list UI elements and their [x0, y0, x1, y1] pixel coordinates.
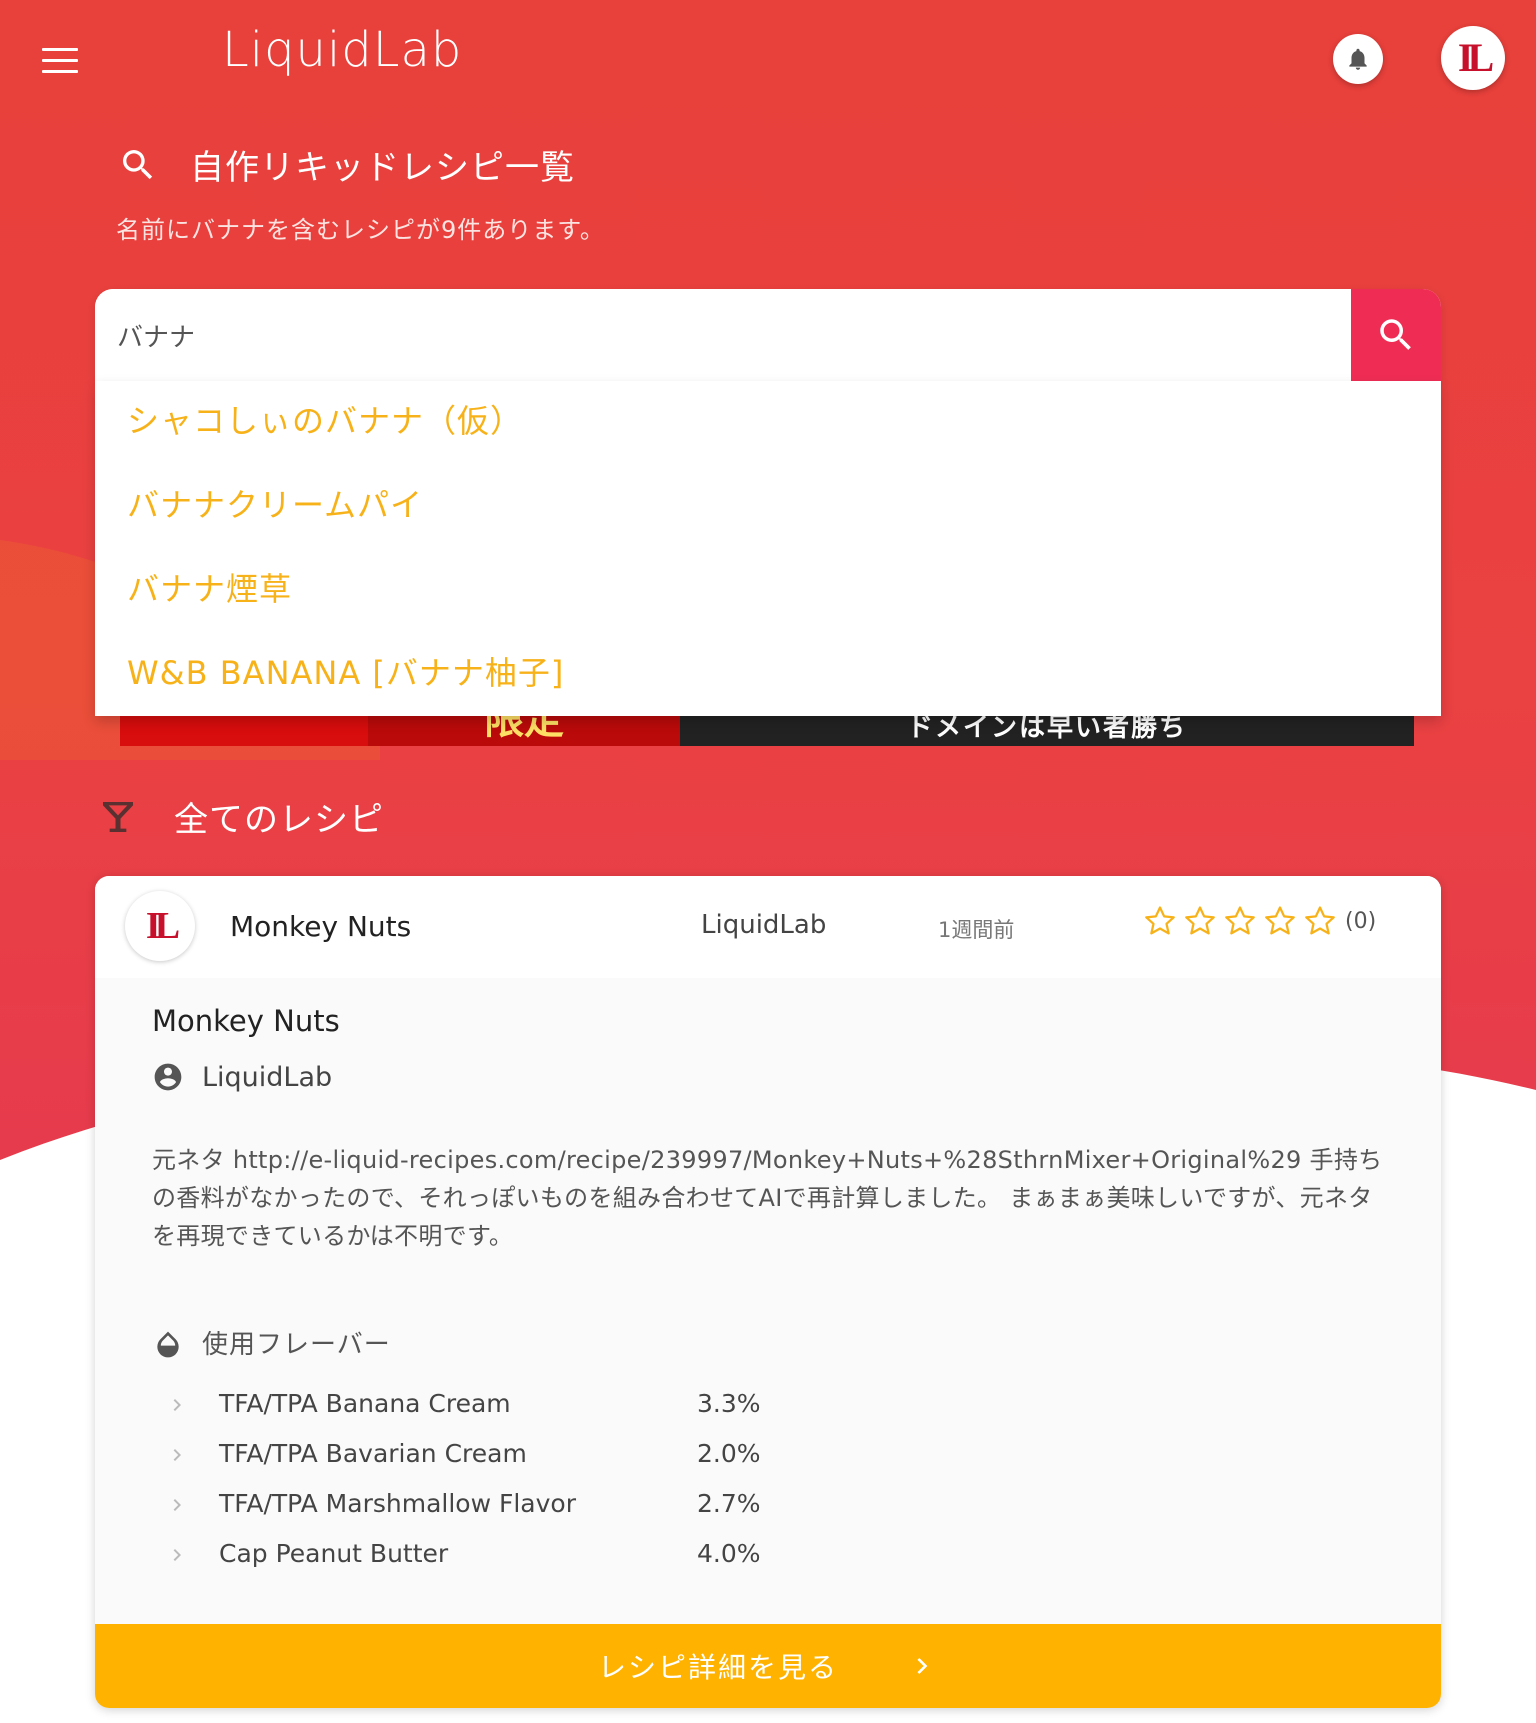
autocomplete-dropdown: シャコしぃのバナナ（仮） バナナクリームパイ バナナ煙草 W&B BANANA …: [95, 381, 1441, 716]
search-bar: [95, 289, 1441, 381]
flavor-percent: 3.3%: [697, 1389, 761, 1418]
flavor-row[interactable]: TFA/TPA Marshmallow Flavor 2.7%: [165, 1481, 865, 1531]
section-title: 全てのレシピ: [174, 800, 384, 840]
recipe-card-header[interactable]: IL Monkey Nuts LiquidLab 1週間前 (0): [95, 876, 1441, 978]
flavor-row[interactable]: Cap Peanut Butter 4.0%: [165, 1531, 865, 1581]
result-count-text: 名前にバナナを含むレシピが9件あります。: [116, 216, 605, 244]
recipe-timestamp: 1週間前: [938, 918, 1015, 942]
user-avatar[interactable]: IL: [1441, 26, 1505, 90]
star-outline-icon: [1185, 906, 1215, 935]
author-avatar: IL: [125, 891, 195, 961]
chevron-right-icon: [173, 1549, 181, 1561]
chevron-right-icon: [173, 1399, 181, 1411]
page-title: 自作リキッドレシピ一覧: [190, 148, 575, 188]
view-recipe-details-button[interactable]: レシピ詳細を見る: [95, 1624, 1441, 1708]
flavor-row[interactable]: TFA/TPA Bavarian Cream 2.0%: [165, 1431, 865, 1481]
star-outline-icon: [1305, 906, 1335, 935]
flavor-name: TFA/TPA Bavarian Cream: [219, 1439, 527, 1468]
star-outline-icon: [1225, 906, 1255, 935]
flavor-name: TFA/TPA Marshmallow Flavor: [219, 1489, 576, 1518]
search-icon: [123, 149, 153, 179]
recipe-description: 元ネタ http://e-liquid-recipes.com/recipe/2…: [152, 1146, 1383, 1250]
search-input[interactable]: [95, 289, 1351, 381]
recipe-card: IL Monkey Nuts LiquidLab 1週間前 (0) Monkey…: [95, 876, 1441, 1708]
chevron-right-icon: [917, 1658, 928, 1674]
chevron-right-icon: [173, 1499, 181, 1511]
recipe-name: Monkey Nuts: [230, 910, 412, 943]
recipe-author: LiquidLab: [701, 910, 827, 940]
cocktail-glass-icon: [103, 801, 133, 832]
section-title-row: 全てのレシピ: [98, 792, 384, 841]
flavors-header: 使用フレーバー: [152, 1324, 391, 1361]
rating-count: (0): [1345, 908, 1377, 934]
suggestion-item[interactable]: W&B BANANA [バナナ柚子]: [95, 633, 1441, 717]
bell-icon: [1349, 48, 1367, 70]
flavors-label: 使用フレーバー: [202, 1330, 391, 1360]
flavor-percent: 2.0%: [697, 1439, 761, 1468]
suggestion-item[interactable]: バナナ煙草: [95, 549, 1441, 633]
recipe-detail-title: Monkey Nuts: [152, 1004, 340, 1038]
suggestion-item[interactable]: シャコしぃのバナナ（仮）: [95, 381, 1441, 465]
view-recipe-details-label: レシピ詳細を見る: [597, 1651, 838, 1684]
rating-stars: (0): [1143, 904, 1376, 938]
page-title-row: 自作リキッドレシピ一覧: [118, 140, 575, 189]
flavor-list: TFA/TPA Banana Cream 3.3% TFA/TPA Bavari…: [165, 1381, 865, 1581]
flavor-name: TFA/TPA Banana Cream: [219, 1389, 511, 1418]
notifications-button[interactable]: [1333, 34, 1383, 84]
recipe-detail-author[interactable]: LiquidLab: [202, 1062, 332, 1093]
hamburger-menu-icon: [42, 48, 78, 51]
search-button[interactable]: [1351, 289, 1441, 381]
drop-icon: [157, 1331, 179, 1357]
app-logo[interactable]: LiquidLab: [222, 22, 462, 78]
avatar-logo: IL: [145, 905, 180, 947]
menu-button[interactable]: [42, 48, 78, 76]
star-outline-icon: [1265, 906, 1295, 935]
account-circle-icon: [154, 1063, 182, 1091]
recipe-detail-author-row: LiquidLab: [152, 1061, 332, 1093]
chevron-right-icon: [173, 1449, 181, 1461]
search-icon: [1380, 319, 1411, 350]
avatar-logo: IL: [1457, 35, 1494, 80]
flavor-percent: 4.0%: [697, 1539, 761, 1568]
star-outline-icon: [1145, 906, 1175, 935]
flavor-name: Cap Peanut Butter: [219, 1539, 449, 1568]
flavor-row[interactable]: TFA/TPA Banana Cream 3.3%: [165, 1381, 865, 1431]
flavor-percent: 2.7%: [697, 1489, 761, 1518]
suggestion-item[interactable]: バナナクリームパイ: [95, 465, 1441, 549]
